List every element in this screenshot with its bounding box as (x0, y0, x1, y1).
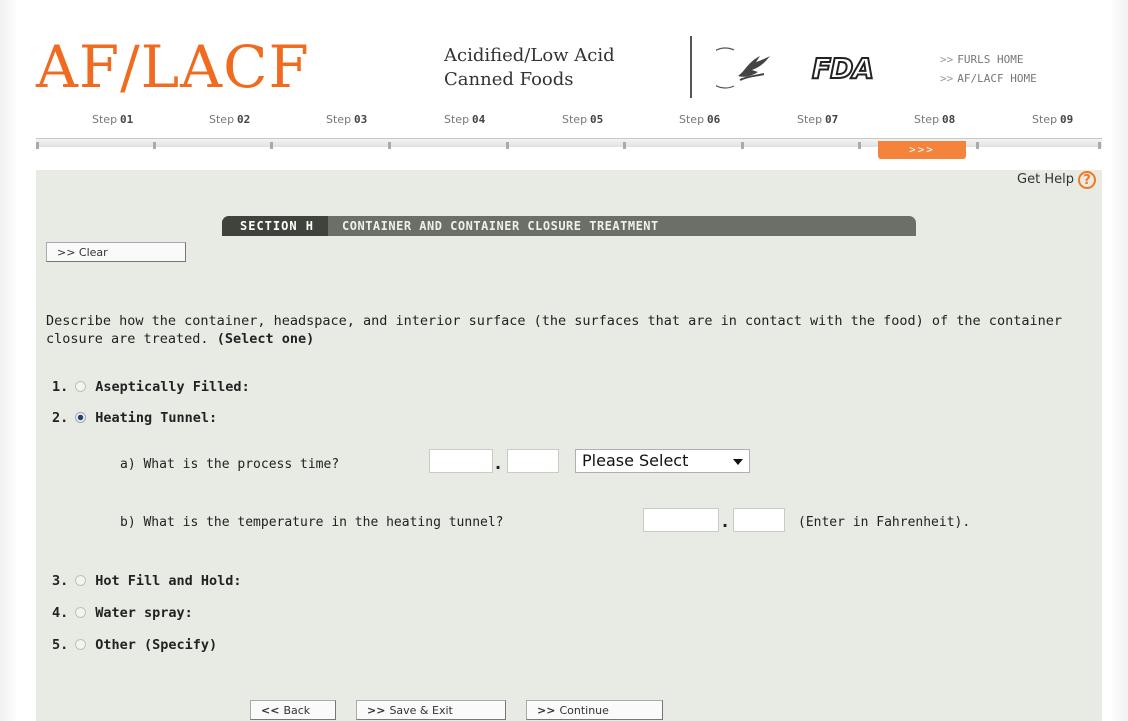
step-tick (741, 142, 744, 149)
page-frame: AF/LACF Acidified/Low Acid Canned Foods … (0, 0, 1128, 721)
step-tick (36, 142, 39, 149)
top-links: >> FURLS HOME >> AF/LACF HOME (940, 50, 1037, 88)
furls-home-link[interactable]: >> FURLS HOME (940, 50, 1037, 69)
question-hint: (Select one) (216, 331, 315, 347)
process-time-input[interactable] (429, 449, 493, 473)
question-text: Describe how the container, headspace, a… (46, 313, 1062, 347)
step-tick (388, 142, 391, 149)
section-header: SECTION H CONTAINER AND CONTAINER CLOSURE… (222, 216, 916, 236)
temperature-input[interactable] (643, 508, 719, 532)
form-panel: Get Help? SECTION H CONTAINER AND CONTAIN… (36, 170, 1102, 721)
header-divider (690, 36, 692, 98)
section-id: SECTION H (222, 216, 329, 236)
step-03[interactable]: Step 03 (326, 113, 367, 126)
step-tick (1098, 142, 1101, 149)
step-07[interactable]: Step 07 (797, 113, 838, 126)
af-lacf-logo[interactable]: AF/LACF (36, 32, 310, 102)
temperature-label: b) What is the temperature in the heatin… (120, 515, 504, 530)
logo-subtitle-line1: Acidified/Low Acid (444, 45, 615, 66)
process-time-unit-select[interactable]: Please Select (575, 449, 750, 473)
step-01[interactable]: Step 01 (92, 113, 133, 126)
step-tick (858, 142, 861, 149)
option-water-spray[interactable]: 4. Water spray: (52, 604, 193, 622)
process-time-label: a) What is the process time? (120, 457, 340, 472)
option-aseptically-filled[interactable]: 1. Aseptically Filled: (52, 378, 250, 396)
step-tick (506, 142, 509, 149)
continue-button[interactable]: >> Continue (526, 700, 663, 720)
step-04[interactable]: Step 04 (444, 113, 485, 126)
radio-water-spray[interactable] (75, 607, 87, 618)
step-02[interactable]: Step 02 (209, 113, 250, 126)
logo-subtitle: Acidified/Low Acid Canned Foods (444, 44, 615, 92)
step-05[interactable]: Step 05 (562, 113, 603, 126)
process-time-decimal-input[interactable] (507, 449, 559, 473)
get-help-link[interactable]: Get Help? (1017, 170, 1096, 190)
section-title: CONTAINER AND CONTAINER CLOSURE TREATMEN… (342, 219, 659, 233)
step-08[interactable]: Step 08 (914, 113, 955, 126)
hhs-seal-icon (716, 47, 770, 89)
chevron-down-icon (733, 459, 743, 465)
option-other[interactable]: 5. Other (Specify) (52, 636, 217, 654)
af-lacf-home-link[interactable]: >> AF/LACF HOME (940, 69, 1037, 88)
decimal-separator: . (722, 512, 729, 531)
temperature-decimal-input[interactable] (733, 508, 785, 532)
logo-subtitle-line2: Canned Foods (444, 69, 574, 90)
save-exit-button[interactable]: >> Save & Exit (356, 700, 506, 720)
current-step-indicator: >>> (878, 141, 966, 159)
step-tick (623, 142, 626, 149)
radio-heating-tunnel[interactable] (75, 412, 87, 423)
step-09[interactable]: Step 09 (1032, 113, 1073, 126)
fda-logo: FDA (811, 51, 875, 86)
fahrenheit-note: (Enter in Fahrenheit). (798, 515, 971, 530)
radio-other[interactable] (75, 639, 87, 650)
step-navigation: Step 01 Step 02 Step 03 Step 04 Step 05 Step 0… (0, 113, 1128, 133)
decimal-separator: . (495, 454, 502, 473)
step-tick (270, 142, 273, 149)
clear-button[interactable]: >> Clear (46, 242, 186, 262)
radio-hot-fill-hold[interactable] (75, 575, 87, 586)
radio-aseptically-filled[interactable] (75, 381, 87, 392)
step-tick (153, 142, 156, 149)
option-hot-fill-hold[interactable]: 3. Hot Fill and Hold: (52, 572, 242, 590)
step-tick (976, 142, 979, 149)
step-06[interactable]: Step 06 (679, 113, 720, 126)
option-heating-tunnel[interactable]: 2. Heating Tunnel: (52, 409, 217, 427)
back-button[interactable]: << Back (250, 700, 336, 720)
help-icon: ? (1078, 170, 1096, 189)
